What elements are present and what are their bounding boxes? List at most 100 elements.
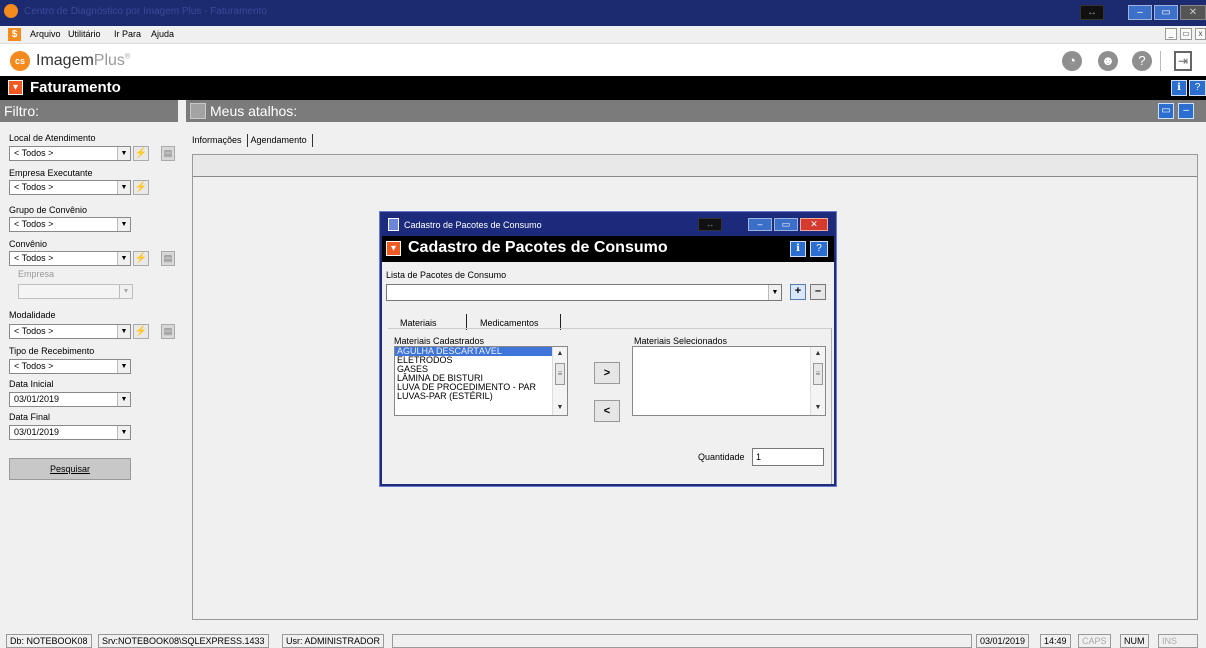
- grid-icon[interactable]: ▤: [161, 251, 175, 266]
- dialog-header: ▾ Cadastro de Pacotes de Consumo ℹ ?: [382, 236, 834, 262]
- scroll-up-icon[interactable]: ▲: [811, 348, 825, 360]
- chevron-down-icon[interactable]: ▼: [117, 218, 130, 231]
- lightning-icon[interactable]: ⚡: [133, 146, 149, 161]
- tab-medicamentos[interactable]: Medicamentos: [480, 318, 539, 328]
- status-user: Usr: ADMINISTRADOR: [282, 634, 385, 648]
- menu-ajuda[interactable]: Ajuda: [151, 29, 174, 39]
- chevron-down-icon[interactable]: ▼: [117, 360, 130, 373]
- module-collapse-icon[interactable]: ▾: [8, 80, 23, 95]
- tab-materiais[interactable]: Materiais: [400, 318, 437, 328]
- dialog-move-icon[interactable]: ↔: [698, 218, 722, 231]
- tab-divider: [311, 134, 313, 147]
- data-final-input[interactable]: 03/01/2019 ▼: [9, 425, 131, 440]
- mdi-restore-button[interactable]: ▭: [1180, 28, 1192, 40]
- grid-icon[interactable]: ▤: [161, 146, 175, 161]
- dialog-titlebar[interactable]: Cadastro de Pacotes de Consumo ↔ – ▭ ✕: [382, 214, 834, 236]
- content-tabs: Informações Agendamento: [192, 134, 316, 147]
- lightning-icon[interactable]: ⚡: [133, 324, 149, 339]
- convenio-value: < Todos >: [14, 253, 54, 263]
- support-agent-icon[interactable]: ☻: [1098, 51, 1118, 71]
- brand-name-main: Imagem: [36, 52, 94, 69]
- shortcuts-restore-button[interactable]: ▭: [1158, 103, 1174, 119]
- chevron-down-icon[interactable]: ▼: [768, 285, 781, 300]
- filter-label-tipo-recebimento: Tipo de Recebimento: [9, 346, 95, 356]
- move-right-button[interactable]: >: [594, 362, 620, 384]
- app-logo-icon: [4, 4, 18, 18]
- brand-separator: [1160, 51, 1161, 71]
- grid-icon[interactable]: ▤: [161, 324, 175, 339]
- move-left-button[interactable]: <: [594, 400, 620, 422]
- filter-header-label: Filtro:: [4, 103, 39, 119]
- chevron-down-icon[interactable]: ▼: [117, 181, 130, 194]
- scroll-up-icon[interactable]: ▲: [553, 348, 567, 360]
- empresa-executante-select[interactable]: < Todos > ▼: [9, 180, 131, 195]
- maximize-button[interactable]: ▭: [1154, 5, 1178, 20]
- dialog-maximize-button[interactable]: ▭: [774, 218, 798, 231]
- minimize-button[interactable]: –: [1128, 5, 1152, 20]
- lightning-icon[interactable]: ⚡: [133, 251, 149, 266]
- window-titlebar[interactable]: Centro de Diagnóstico por Imagem Plus - …: [0, 0, 1206, 26]
- menu-ir-para[interactable]: Ir Para: [114, 29, 141, 39]
- materiais-selecionados-list[interactable]: ▲ ≡ ▼: [632, 346, 826, 416]
- shortcuts-minimize-button[interactable]: –: [1178, 103, 1194, 119]
- grupo-convenio-select[interactable]: < Todos > ▼: [9, 217, 131, 232]
- filter-sidebar: Local de Atendimento < Todos > ▼ ⚡ ▤ Empr…: [0, 122, 182, 630]
- help-icon[interactable]: ?: [1132, 51, 1152, 71]
- convenio-select[interactable]: < Todos > ▼: [9, 251, 131, 266]
- pesquisar-button[interactable]: Pesquisar: [9, 458, 131, 480]
- remove-pacote-button[interactable]: –: [810, 284, 826, 300]
- tab-informacoes[interactable]: Informações: [192, 135, 242, 145]
- close-button[interactable]: ✕: [1180, 5, 1206, 20]
- dialog-window-title: Cadastro de Pacotes de Consumo: [404, 220, 542, 230]
- local-atendimento-value: < Todos >: [14, 148, 54, 158]
- chevron-down-icon: ▼: [119, 285, 132, 298]
- list-scrollbar[interactable]: ▲ ≡ ▼: [810, 347, 825, 415]
- materiais-cadastrados-list[interactable]: AGULHA DESCARTÁVEL ELETRODOS GASES LÂMIN…: [394, 346, 568, 416]
- mdi-minimize-button[interactable]: _: [1165, 28, 1177, 40]
- modalidade-select[interactable]: < Todos > ▼: [9, 324, 131, 339]
- tab-agendamento[interactable]: Agendamento: [251, 135, 307, 145]
- globe-icon[interactable]: ◔: [1062, 51, 1082, 71]
- scroll-thumb[interactable]: ≡: [813, 363, 823, 385]
- dialog-info-button[interactable]: ℹ: [790, 241, 806, 257]
- dialog-help-button[interactable]: ?: [810, 241, 828, 257]
- module-help-button[interactable]: ?: [1189, 80, 1206, 96]
- chevron-down-icon[interactable]: ▼: [117, 147, 130, 160]
- scroll-down-icon[interactable]: ▼: [811, 402, 825, 414]
- pesquisar-label: Pesquisar: [49, 464, 91, 474]
- shortcuts-icon: [190, 103, 206, 119]
- status-date: 03/01/2019: [976, 634, 1030, 648]
- chevron-down-icon[interactable]: ▼: [117, 252, 130, 265]
- filter-header: Filtro:: [0, 100, 178, 122]
- scroll-down-icon[interactable]: ▼: [553, 402, 567, 414]
- filter-label-data-final: Data Final: [9, 412, 51, 422]
- menu-utilitario[interactable]: Utilitário: [68, 29, 101, 39]
- empresa-executante-value: < Todos >: [14, 182, 54, 192]
- quantidade-input[interactable]: 1: [752, 448, 824, 466]
- status-bar: Db: NOTEBOOK08 Srv:NOTEBOOK08\SQLEXPRESS…: [0, 632, 1206, 648]
- status-time: 14:49: [1040, 634, 1071, 648]
- dialog-collapse-icon[interactable]: ▾: [386, 241, 401, 256]
- local-atendimento-select[interactable]: < Todos > ▼: [9, 146, 131, 161]
- list-item[interactable]: LUVAS-PAR (ESTÉRIL): [395, 392, 567, 401]
- lightning-icon[interactable]: ⚡: [133, 180, 149, 195]
- calendar-dropdown-icon[interactable]: ▼: [117, 393, 130, 406]
- module-info-button[interactable]: ℹ: [1171, 80, 1187, 96]
- exit-icon[interactable]: ⇥: [1174, 51, 1192, 71]
- filter-label-data-inicial: Data Inicial: [9, 379, 54, 389]
- mdi-close-button[interactable]: x: [1195, 28, 1206, 40]
- dialog-close-button[interactable]: ✕: [800, 218, 828, 231]
- scroll-thumb[interactable]: ≡: [555, 363, 565, 385]
- move-icon[interactable]: ↔: [1080, 5, 1104, 20]
- status-num: NUM: [1120, 634, 1149, 648]
- tipo-recebimento-select[interactable]: < Todos > ▼: [9, 359, 131, 374]
- calendar-dropdown-icon[interactable]: ▼: [117, 426, 130, 439]
- chevron-down-icon[interactable]: ▼: [117, 325, 130, 338]
- add-pacote-button[interactable]: +: [790, 284, 806, 300]
- data-inicial-input[interactable]: 03/01/2019 ▼: [9, 392, 131, 407]
- menu-arquivo[interactable]: Arquivo: [30, 29, 61, 39]
- lista-pacotes-select[interactable]: ▼: [386, 284, 782, 301]
- dollar-icon[interactable]: $: [8, 28, 21, 41]
- list-scrollbar[interactable]: ▲ ≡ ▼: [552, 347, 567, 415]
- dialog-minimize-button[interactable]: –: [748, 218, 772, 231]
